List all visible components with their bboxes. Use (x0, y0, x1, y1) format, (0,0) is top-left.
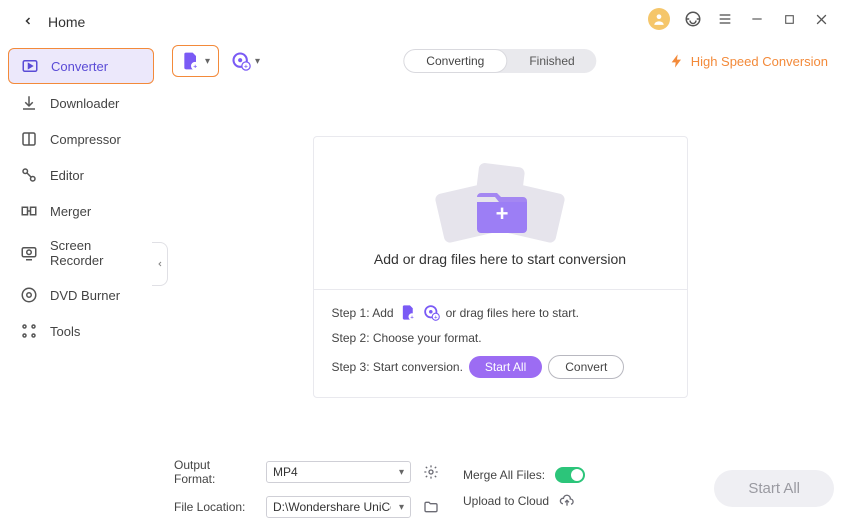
step-2-text: Step 2: Choose your format. (332, 331, 482, 345)
chevron-down-icon: ▾ (399, 467, 404, 478)
merge-toggle[interactable] (555, 467, 585, 483)
content-card: + ▾ + ▾ Converting Finished High Speed C… (162, 38, 838, 450)
add-button-group: + ▾ + ▾ (172, 45, 266, 77)
maximize-icon[interactable] (780, 10, 798, 28)
chevron-down-icon: ▾ (255, 56, 260, 67)
home-nav[interactable]: Home (0, 0, 162, 48)
sidebar-item-label: Merger (50, 204, 91, 219)
sidebar-item-editor[interactable]: Editor (8, 158, 154, 192)
output-format-label: Output Format: (174, 458, 254, 486)
sidebar-item-converter[interactable]: Converter (8, 48, 154, 84)
step-3: Step 3: Start conversion. Start All Conv… (332, 355, 669, 379)
upload-label: Upload to Cloud (463, 494, 549, 508)
sidebar-item-downloader[interactable]: Downloader (8, 86, 154, 120)
sidebar-item-label: DVD Burner (50, 288, 120, 303)
sidebar-list: Converter Downloader Compressor Editor (0, 48, 162, 348)
add-disc-button[interactable]: + ▾ (225, 46, 266, 76)
sidebar-item-label: Editor (50, 168, 84, 183)
tab-converting[interactable]: Converting (403, 49, 507, 73)
compressor-icon (20, 130, 38, 148)
bottom-mid: Merge All Files: Upload to Cloud (463, 467, 585, 509)
sidebar-item-screen-recorder[interactable]: Screen Recorder (8, 230, 154, 276)
user-avatar[interactable] (648, 8, 670, 30)
drop-zone-top: + Add or drag files here to start conver… (314, 161, 687, 289)
tools-icon (20, 322, 38, 340)
file-location-value: D:\Wondershare UniConverter 1 (273, 500, 391, 514)
chevron-down-icon: ▾ (399, 502, 404, 513)
merge-row: Merge All Files: (463, 467, 585, 483)
main-panel: + ▾ + ▾ Converting Finished High Speed C… (162, 0, 850, 528)
start-all-small-button[interactable]: Start All (469, 356, 542, 378)
drop-zone-steps: Step 1: Add + + or drag files here to st… (314, 289, 687, 397)
upload-row: Upload to Cloud (463, 493, 585, 509)
step-2: Step 2: Choose your format. (332, 331, 669, 345)
converter-icon (21, 57, 39, 75)
step-1-suffix: or drag files here to start. (446, 306, 579, 320)
output-format-value: MP4 (273, 465, 298, 479)
start-all-button[interactable]: Start All (714, 470, 834, 507)
sidebar-item-label: Converter (51, 59, 108, 74)
menu-icon[interactable] (716, 10, 734, 28)
file-location-select[interactable]: D:\Wondershare UniConverter 1 ▾ (266, 496, 411, 518)
minimize-icon[interactable] (748, 10, 766, 28)
sidebar-item-compressor[interactable]: Compressor (8, 122, 154, 156)
sidebar-item-tools[interactable]: Tools (8, 314, 154, 348)
bottom-bar: Output Format: MP4 ▾ File Location: D:\W… (162, 450, 838, 518)
support-icon[interactable] (684, 10, 702, 28)
lightning-icon (669, 53, 685, 69)
add-file-mini-icon: + (400, 304, 417, 321)
step-3-prefix: Step 3: Start conversion. (332, 360, 463, 374)
downloader-icon (20, 94, 38, 112)
card-toolbar: + ▾ + ▾ Converting Finished High Speed C… (162, 38, 838, 84)
home-label: Home (48, 14, 85, 30)
sidebar-item-label: Compressor (50, 132, 121, 147)
sidebar: Home Converter Downloader Compressor (0, 0, 162, 528)
sidebar-item-label: Screen Recorder (50, 238, 142, 268)
window-topbar (162, 0, 838, 38)
svg-text:+: + (193, 64, 197, 71)
drop-zone[interactable]: + Add or drag files here to start conver… (313, 136, 688, 398)
sidebar-item-dvd-burner[interactable]: DVD Burner (8, 278, 154, 312)
convert-small-button[interactable]: Convert (548, 355, 624, 379)
step-1: Step 1: Add + + or drag files here to st… (332, 304, 669, 321)
output-settings-icon[interactable] (423, 464, 439, 480)
drop-zone-wrap: + Add or drag files here to start conver… (162, 84, 838, 450)
editor-icon (20, 166, 38, 184)
output-format-row: Output Format: MP4 ▾ (174, 458, 439, 486)
sidebar-item-label: Tools (50, 324, 80, 339)
high-speed-toggle[interactable]: High Speed Conversion (669, 53, 828, 69)
sidebar-item-merger[interactable]: Merger (8, 194, 154, 228)
tab-finished[interactable]: Finished (507, 49, 596, 73)
bottom-left: Output Format: MP4 ▾ File Location: D:\W… (174, 458, 439, 518)
plus-icon: + (496, 201, 509, 227)
file-location-row: File Location: D:\Wondershare UniConvert… (174, 496, 439, 518)
status-tabs: Converting Finished (403, 49, 596, 73)
svg-text:+: + (244, 64, 248, 71)
cloud-upload-icon[interactable] (559, 493, 575, 509)
chevron-down-icon: ▾ (205, 56, 210, 67)
merger-icon (20, 202, 38, 220)
sidebar-item-label: Downloader (50, 96, 119, 111)
folder-illustration: + (445, 161, 555, 245)
open-folder-icon[interactable] (423, 499, 439, 515)
close-icon[interactable] (812, 10, 830, 28)
add-disc-mini-icon: + (423, 304, 440, 321)
file-location-label: File Location: (174, 500, 254, 514)
high-speed-label: High Speed Conversion (691, 54, 828, 69)
screen-recorder-icon (20, 244, 38, 262)
back-icon (22, 14, 34, 30)
merge-label: Merge All Files: (463, 468, 545, 482)
drop-zone-text: Add or drag files here to start conversi… (374, 251, 626, 267)
dvd-burner-icon (20, 286, 38, 304)
step-1-prefix: Step 1: Add (332, 306, 394, 320)
add-file-button[interactable]: + ▾ (172, 45, 219, 77)
output-format-select[interactable]: MP4 ▾ (266, 461, 411, 483)
